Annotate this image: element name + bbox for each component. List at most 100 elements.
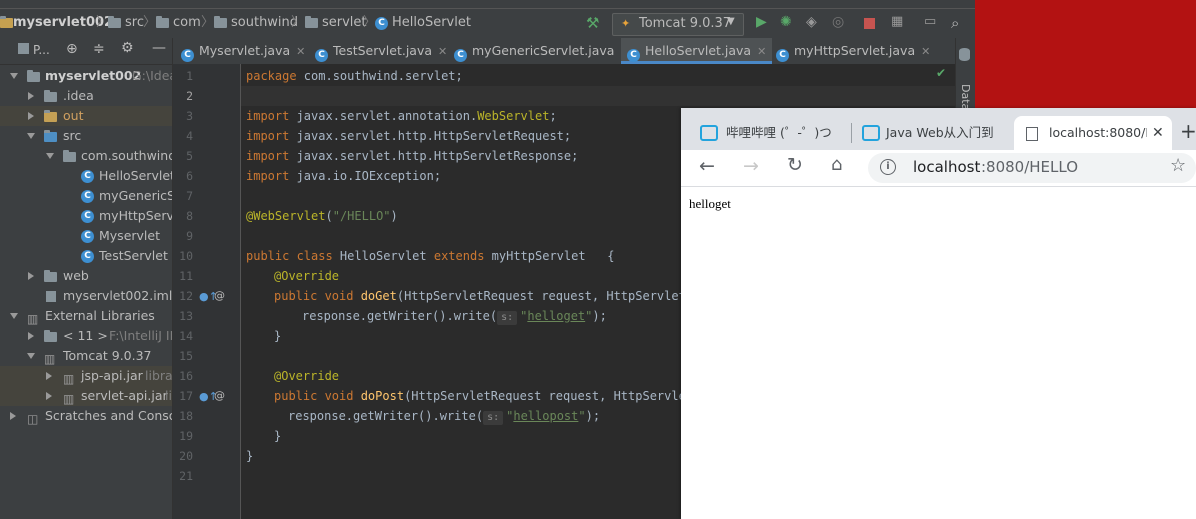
breadcrumb-servlet[interactable]: servlet — [322, 14, 367, 32]
tree-item-src[interactable]: src — [0, 126, 172, 146]
tree-label: src — [63, 128, 82, 143]
profile-icon[interactable]: ◎ — [832, 14, 850, 32]
tree-label: myGenericSe — [99, 188, 172, 203]
back-arrow-icon[interactable]: ← — [699, 155, 715, 177]
tree-item-out[interactable]: out — [0, 106, 172, 126]
tree-item-testservlet[interactable]: C TestServlet — [0, 246, 172, 266]
code-token: ) — [390, 209, 398, 223]
settings-gear-icon[interactable]: ⚙ — [121, 40, 134, 56]
close-icon[interactable]: ✕ — [921, 45, 930, 58]
tree-label: Tomcat 9.0.37 — [63, 348, 152, 363]
tree-item-myhttpservlet[interactable]: C myHttpServle — [0, 206, 172, 226]
class-icon: C — [375, 17, 388, 30]
code-token: ( — [325, 209, 333, 223]
search-icon[interactable]: ⌕ — [951, 14, 969, 32]
project-view-title[interactable]: P... — [33, 43, 50, 57]
home-icon[interactable]: ⌂ — [831, 154, 842, 175]
browser-tab-bilibili[interactable]: 哔哩哔哩 (゜-゜)つ — [688, 116, 848, 150]
tab-helloservlet[interactable]: C HelloServlet.java ✕ — [621, 38, 773, 64]
line-number: 3 — [186, 109, 193, 123]
tree-item-iml[interactable]: myservlet002.iml — [0, 286, 172, 306]
address-bar[interactable]: i localhost :8080/HELLO ☆ — [868, 153, 1196, 183]
bilibili-icon — [700, 125, 718, 141]
code-line-16: @Override — [274, 366, 339, 386]
code-token: @Override — [274, 269, 340, 283]
close-tab-icon[interactable]: ✕ — [1152, 116, 1164, 150]
code-token: import — [246, 109, 290, 123]
line-number: 13 — [179, 309, 193, 323]
tree-item-jsp-api[interactable]: ▥ jsp-api.jar libra — [0, 366, 172, 386]
tree-item-scratches[interactable]: ◫ Scratches and Console — [0, 406, 172, 426]
tree-item-mygenericservlet[interactable]: C myGenericSe — [0, 186, 172, 206]
debug-icon[interactable]: ✺ — [780, 14, 798, 32]
annotation-gutter-icon[interactable]: @ — [214, 389, 225, 402]
code-token: WebServlet — [477, 109, 550, 123]
tree-path: G:\Idea — [132, 68, 172, 83]
breadcrumb-southwind[interactable]: southwind — [231, 14, 298, 32]
tree-item-package[interactable]: com.southwind. — [0, 146, 172, 166]
tree-item-tomcat[interactable]: ▥ Tomcat 9.0.37 — [0, 346, 172, 366]
tab-testservlet[interactable]: C TestServlet.java ✕ — [309, 38, 453, 64]
close-icon[interactable]: ✕ — [296, 45, 305, 58]
reload-icon[interactable]: ↻ — [787, 154, 803, 176]
browser-tab-javaweb[interactable]: Java Web从入门到 — [852, 116, 1012, 150]
tree-item-jdk[interactable]: < 11 > F:\IntelliJ ID — [0, 326, 172, 346]
tree-label: servlet-api.jar — [81, 388, 168, 403]
tab-myservlet[interactable]: C Myservlet.java ✕ — [175, 38, 311, 64]
database-icon — [959, 48, 970, 61]
stop-icon[interactable] — [860, 14, 878, 32]
tree-item-idea[interactable]: .idea — [0, 86, 172, 106]
code-token: hellopost — [513, 409, 579, 423]
build-hammer-icon[interactable]: ⚒ — [586, 14, 604, 32]
code-token: doGet — [353, 289, 397, 303]
run-icon[interactable]: ▶ — [756, 14, 774, 32]
forward-arrow-icon[interactable]: → — [743, 155, 759, 177]
tab-label: TestServlet.java — [333, 43, 433, 58]
class-icon: C — [627, 49, 640, 62]
code-token: " — [578, 409, 586, 423]
close-icon[interactable]: ✕ — [438, 45, 447, 58]
tree-item-helloservlet[interactable]: C HelloServlet — [0, 166, 172, 186]
collapse-icon[interactable]: ≑ — [93, 41, 105, 57]
bookmark-star-icon[interactable]: ☆ — [1170, 155, 1186, 176]
inspection-ok-icon[interactable]: ✔ — [936, 66, 946, 80]
tree-item-web[interactable]: web — [0, 266, 172, 286]
new-tab-plus-icon[interactable]: + — [1180, 119, 1196, 143]
tree-item-servlet-api[interactable]: ▥ servlet-api.jar li — [0, 386, 172, 406]
terminal-icon[interactable]: ▭ — [924, 14, 942, 32]
tree-item-external-libraries[interactable]: ▥ External Libraries — [0, 306, 172, 326]
package-icon — [63, 150, 76, 162]
coverage-icon[interactable]: ◈ — [806, 14, 824, 32]
close-icon[interactable]: ✕ — [757, 45, 766, 58]
annotation-gutter-icon[interactable]: @ — [214, 289, 225, 302]
class-icon: C — [181, 49, 194, 62]
page-content-text: helloget — [689, 196, 731, 211]
browser-tab-localhost[interactable]: localhost:8080/HE ✕ — [1014, 116, 1172, 150]
hide-panel-icon[interactable]: — — [152, 40, 166, 56]
line-number: 20 — [179, 449, 193, 463]
tree-item-myservlet[interactable]: C Myservlet — [0, 226, 172, 246]
tab-mygenericservlet[interactable]: CmyGenericServlet.java✕ — [448, 38, 636, 64]
code-token: java.io.IOException; — [289, 169, 442, 183]
info-icon[interactable]: i — [880, 159, 896, 175]
line-number: 9 — [186, 229, 193, 243]
line-number: 11 — [179, 269, 193, 283]
locate-icon[interactable]: ⊕ — [66, 41, 78, 57]
line-number: 8 — [186, 209, 193, 223]
code-token: helloget — [527, 309, 586, 323]
line-number: 2 — [186, 89, 193, 103]
code-token: } — [274, 429, 282, 443]
breadcrumb-src[interactable]: src — [125, 14, 144, 32]
breadcrumb-com[interactable]: com — [173, 14, 201, 32]
project-structure-icon[interactable]: ▦ — [891, 14, 909, 32]
code-token: } — [274, 329, 282, 343]
folder-icon — [305, 16, 318, 28]
line-number: 5 — [186, 149, 193, 163]
breadcrumb-helloservlet[interactable]: HelloServlet — [392, 14, 471, 32]
code-line-8: @WebServlet("/HELLO") — [246, 206, 398, 226]
code-token: ); — [585, 409, 601, 423]
tab-myhttpservlet[interactable]: CmyHttpServlet.java ✕ — [770, 38, 936, 64]
tree-item-project[interactable]: myservlet002 G:\Idea — [0, 66, 172, 86]
code-line-1: package com.southwind.servlet; — [246, 66, 463, 86]
run-configuration-select[interactable]: ✦ Tomcat 9.0.37 ▼ — [612, 13, 744, 36]
